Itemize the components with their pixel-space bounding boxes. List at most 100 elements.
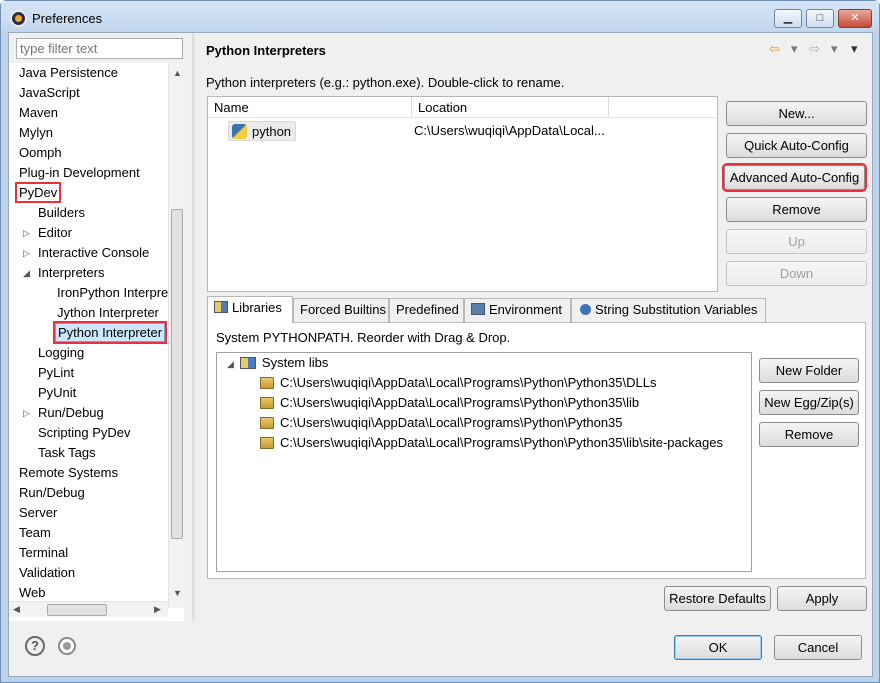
tree-item[interactable]: JavaScript [17, 83, 82, 103]
list-item[interactable]: C:\Users\wuqiqi\AppData\Local\Programs\P… [260, 393, 639, 413]
tree-item[interactable]: Builders [36, 203, 87, 223]
tree-item-label: Plug-in Development [19, 165, 140, 180]
tree-item[interactable]: PyUnit [36, 383, 78, 403]
tree-item[interactable]: Team [17, 523, 53, 543]
tree-item-label: Python Interpreter [52, 321, 168, 344]
tree-item[interactable]: Web [17, 583, 48, 603]
tab-environment[interactable]: Environment [464, 298, 571, 322]
tree-item-label: Terminal [19, 545, 69, 560]
quick-auto-config-button[interactable]: Quick Auto-Config [726, 133, 867, 158]
tree-horizontal-scrollbar[interactable]: ◀ ▶ [9, 601, 168, 617]
tree-item[interactable]: Server [17, 503, 59, 523]
expanded-icon[interactable]: ◢ [227, 359, 234, 369]
filter-input[interactable] [16, 38, 183, 59]
interpreter-name: python [252, 124, 292, 139]
apply-button[interactable]: Apply [777, 586, 867, 611]
interpreters-table[interactable]: Name Location python C:\Users\wuqiqi\App… [207, 96, 718, 292]
tree-item-label: Scripting PyDev [38, 425, 131, 440]
new-interpreter-button[interactable]: New... [726, 101, 867, 126]
collapsed-icon[interactable]: ▷ [23, 403, 30, 423]
scroll-right-icon[interactable]: ▶ [154, 604, 161, 615]
tab-predefined[interactable]: Predefined [389, 298, 464, 322]
preference-tree[interactable]: Java Persistence JavaScript Maven Mylyn Oomp… [9, 63, 184, 621]
interpreter-location[interactable]: C:\Users\wuqiqi\AppData\Local... [414, 121, 605, 141]
tree-item-label: Jython Interpreter [57, 305, 159, 320]
tab-libraries[interactable]: Libraries [207, 296, 293, 323]
tree-item[interactable]: ◢ Interpreters [23, 263, 106, 283]
title-bar[interactable]: Preferences ▁ □ ✕ [1, 1, 879, 35]
cancel-button[interactable]: Cancel [774, 635, 862, 660]
tab-label: Forced Builtins [300, 302, 386, 317]
tree-item[interactable]: Validation [17, 563, 77, 583]
tree-item[interactable]: Task Tags [36, 443, 98, 463]
tree-item-label: Interactive Console [38, 245, 150, 260]
maximize-button[interactable]: □ [806, 9, 834, 28]
tree-item[interactable]: ▷ Run/Debug [23, 403, 106, 423]
new-egg-zip-button[interactable]: New Egg/Zip(s) [759, 390, 859, 415]
tree-item[interactable]: Maven [17, 103, 60, 123]
ok-button[interactable]: OK [674, 635, 762, 660]
column-header-name[interactable]: Name [208, 97, 412, 118]
remove-lib-button[interactable]: Remove [759, 422, 859, 447]
list-item[interactable]: C:\Users\wuqiqi\AppData\Local\Programs\P… [260, 373, 656, 393]
tree-item[interactable]: Python Interpreter [52, 321, 168, 344]
scroll-down-icon[interactable]: ▼ [173, 588, 182, 598]
column-header-location[interactable]: Location [412, 97, 609, 118]
tree-item-label: Maven [19, 105, 59, 120]
tree-item[interactable]: Jython Interpreter [55, 303, 161, 323]
system-libs-tree[interactable]: ◢ System libs C:\Users\wuqiqi\AppData\Loc… [216, 352, 752, 572]
tree-item[interactable]: Scripting PyDev [36, 423, 132, 443]
tree-item[interactable]: IronPython Interpreter [55, 283, 184, 303]
up-button[interactable]: Up [726, 229, 867, 254]
tree-vertical-scrollbar[interactable]: ▲ ▼ [168, 63, 184, 608]
minimize-button[interactable]: ▁ [774, 9, 802, 28]
tree-item[interactable]: Logging [36, 343, 86, 363]
eclipse-icon [10, 10, 27, 27]
back-menu-icon[interactable]: ▾ [791, 41, 798, 57]
tab-label: Environment [489, 302, 562, 317]
new-folder-button[interactable]: New Folder [759, 358, 859, 383]
folder-lib-icon [260, 437, 274, 449]
tree-item-label: Remote Systems [19, 465, 118, 480]
forward-icon[interactable]: ⇨ [809, 41, 820, 57]
tree-item[interactable]: Run/Debug [17, 483, 87, 503]
scroll-left-icon[interactable]: ◀ [13, 604, 20, 615]
collapsed-icon[interactable]: ▷ [23, 223, 30, 243]
splitter[interactable] [192, 33, 195, 621]
tab-string-substitution-variables[interactable]: String Substitution Variables [571, 298, 766, 322]
tree-item[interactable]: Mylyn [17, 123, 55, 143]
tree-item[interactable]: ▷ Editor [23, 223, 74, 243]
back-icon[interactable]: ⇦ [769, 41, 780, 57]
record-macro-icon[interactable] [58, 637, 76, 655]
tab-forced-builtins[interactable]: Forced Builtins [293, 298, 389, 322]
help-icon[interactable]: ? [25, 636, 45, 656]
close-button[interactable]: ✕ [838, 9, 872, 28]
libraries-description: System PYTHONPATH. Reorder with Drag & D… [216, 330, 511, 345]
window-title: Preferences [32, 11, 103, 26]
expanded-icon[interactable]: ◢ [23, 263, 30, 283]
tree-item[interactable]: PyLint [36, 363, 76, 383]
list-item[interactable]: C:\Users\wuqiqi\AppData\Local\Programs\P… [260, 413, 623, 433]
tree-item[interactable]: Plug-in Development [17, 163, 142, 183]
scroll-thumb[interactable] [47, 604, 107, 616]
view-menu-icon[interactable]: ▾ [851, 41, 858, 57]
tree-item[interactable]: Terminal [17, 543, 70, 563]
collapsed-icon[interactable]: ▷ [23, 243, 30, 263]
down-button[interactable]: Down [726, 261, 867, 286]
lib-path: C:\Users\wuqiqi\AppData\Local\Programs\P… [280, 395, 640, 410]
remove-interpreter-button[interactable]: Remove [726, 197, 867, 222]
list-item[interactable]: C:\Users\wuqiqi\AppData\Local\Programs\P… [260, 433, 723, 453]
tree-item[interactable]: ▷ Interactive Console [23, 243, 151, 263]
tree-node-system-libs[interactable]: ◢ System libs [227, 353, 328, 373]
tree-item[interactable]: Remote Systems [17, 463, 120, 483]
table-row[interactable]: python [228, 121, 296, 141]
scroll-up-icon[interactable]: ▲ [173, 68, 182, 78]
tree-item[interactable]: Oomph [17, 143, 64, 163]
libraries-icon [239, 357, 256, 369]
advanced-auto-config-button[interactable]: Advanced Auto-Config [722, 163, 867, 192]
tree-item[interactable]: Java Persistence [17, 63, 120, 83]
forward-menu-icon[interactable]: ▾ [831, 41, 838, 57]
scroll-thumb[interactable] [171, 209, 183, 539]
tree-item[interactable]: PyDev [14, 182, 62, 203]
restore-defaults-button[interactable]: Restore Defaults [664, 586, 771, 611]
